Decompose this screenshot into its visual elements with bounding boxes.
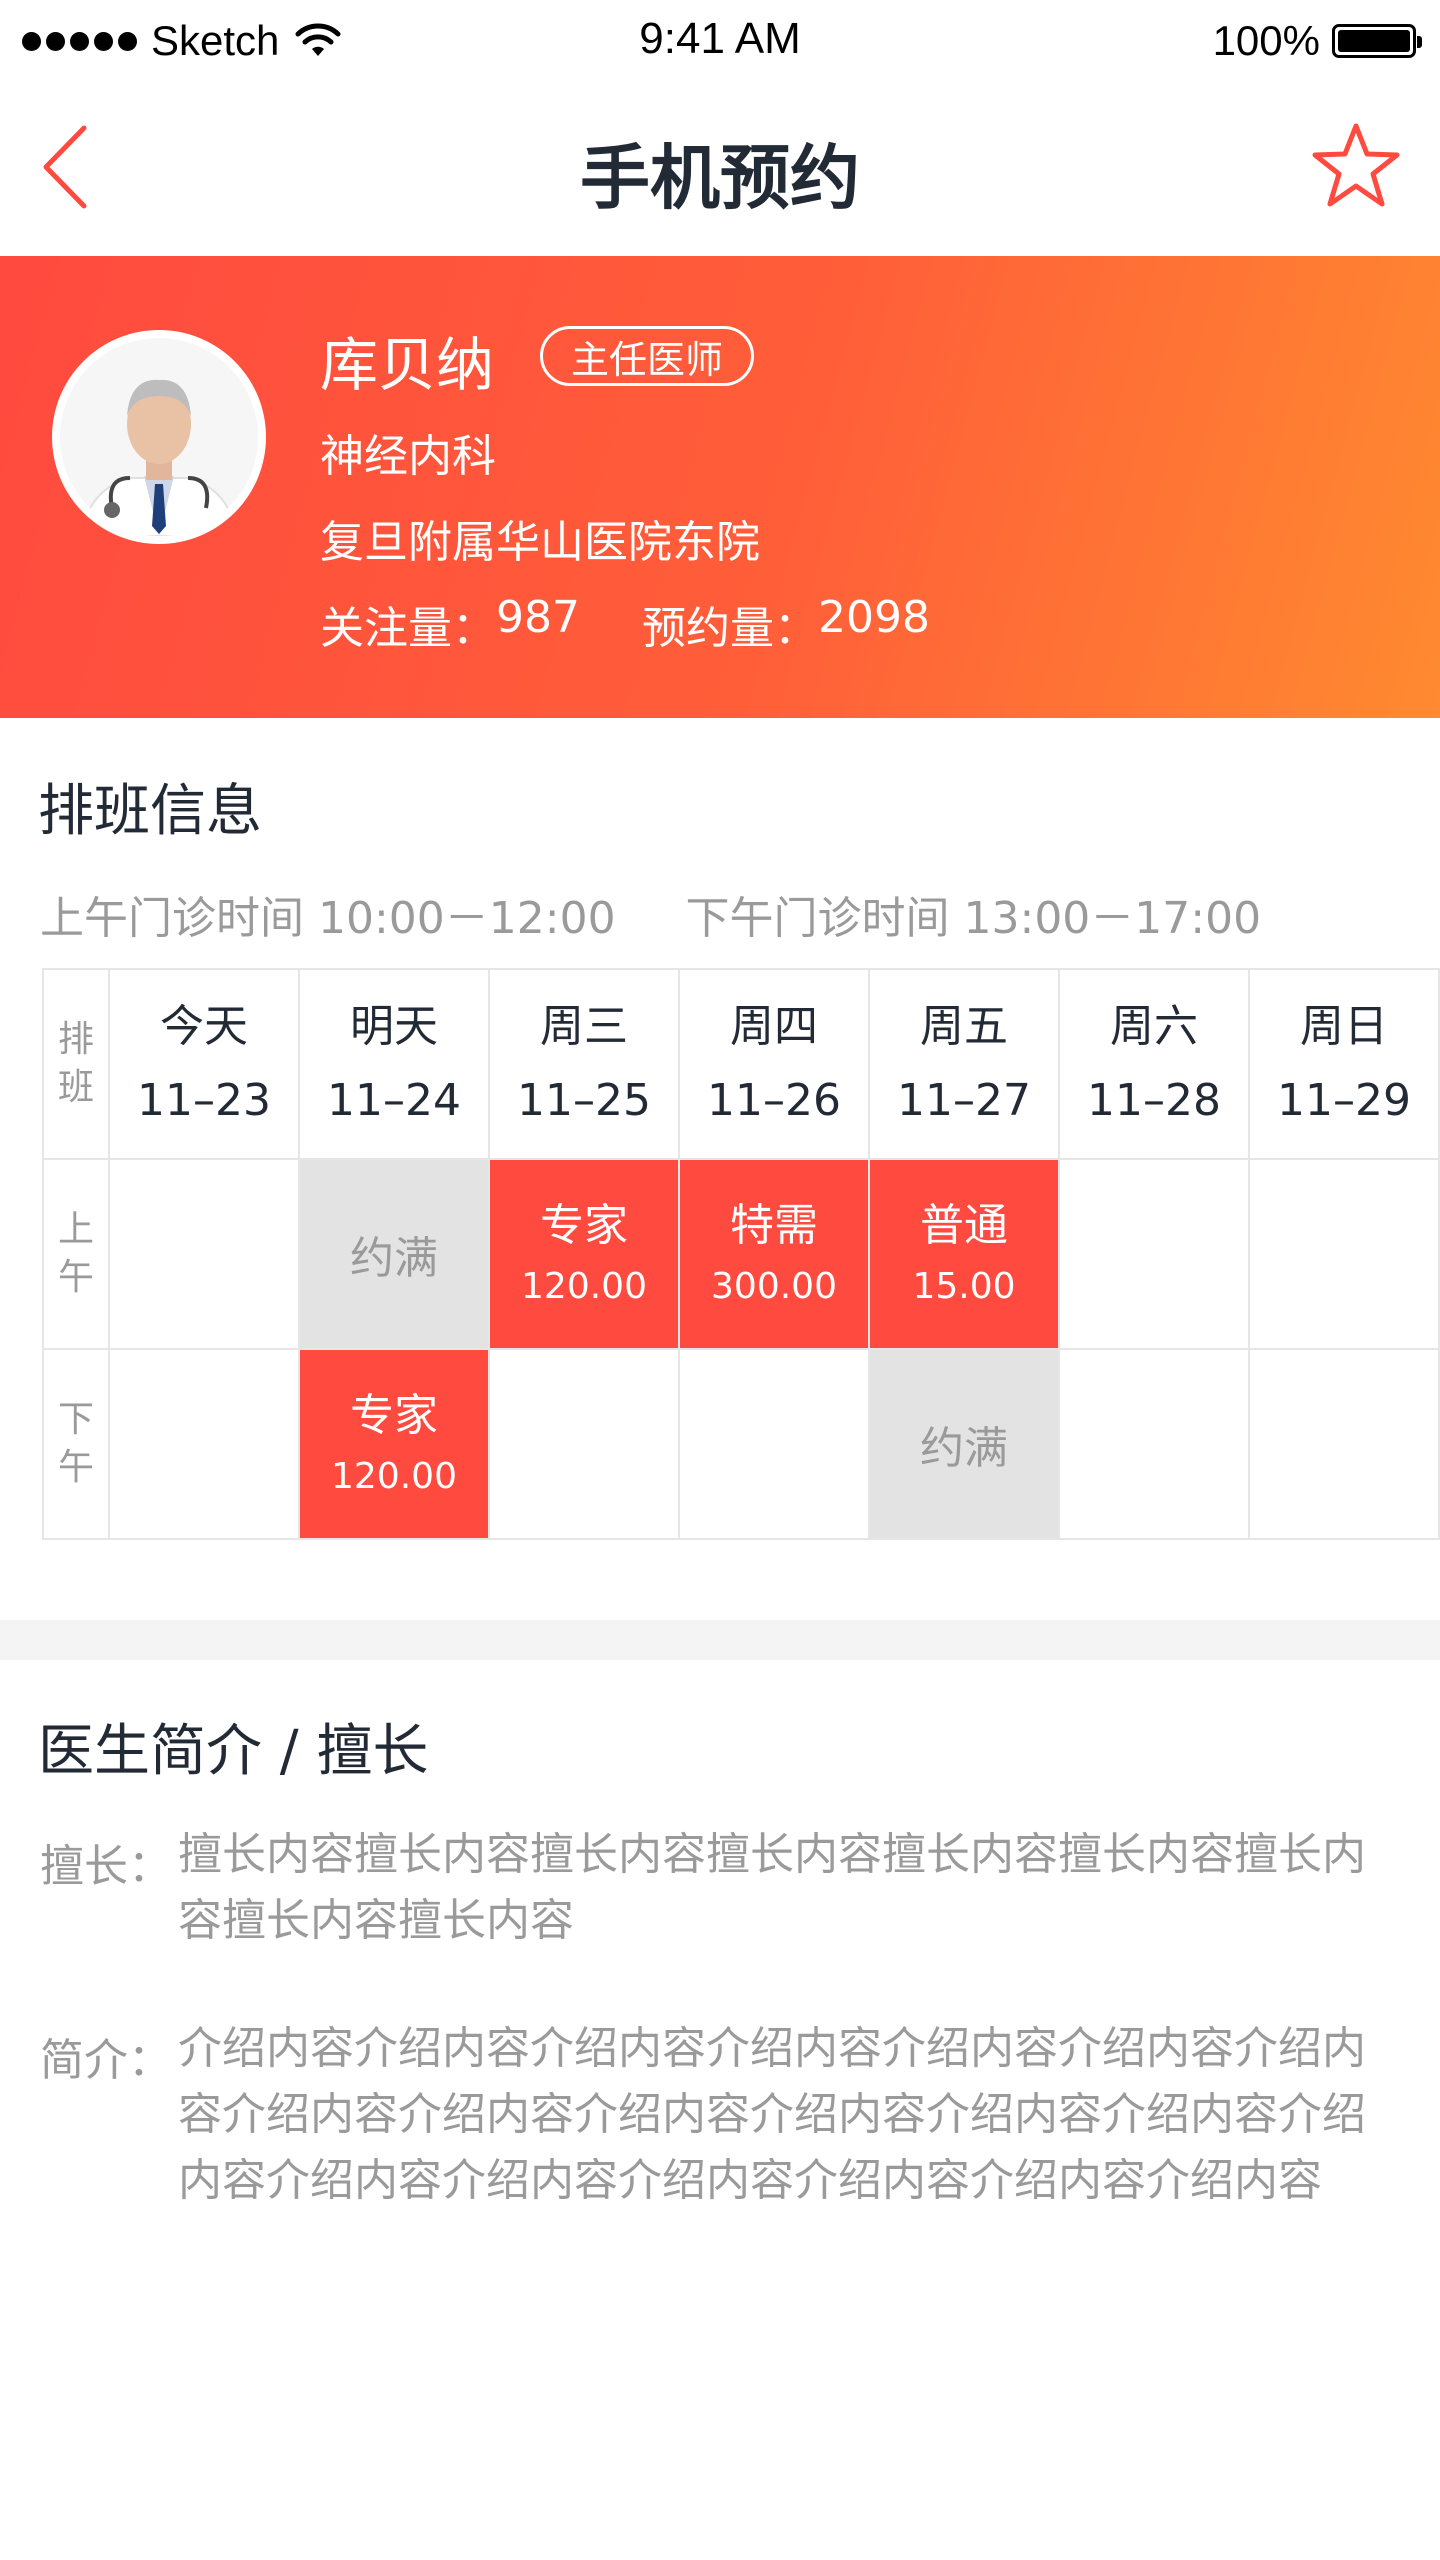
slot-full-label: 约满 [920,1423,1008,1474]
slot-available[interactable]: 特需 300.00 [678,1158,870,1350]
slot-type: 专家 [350,1390,438,1441]
schedule-title: 排班信息 [38,779,262,844]
slot-price: 120.00 [521,1266,647,1307]
corner-label: 排班 [57,1019,94,1108]
day-weekday: 明天 [350,1001,438,1052]
slot-empty [108,1158,300,1350]
doctor-name: 库贝纳 [320,331,495,399]
slot-type: 特需 [730,1200,818,1251]
slot-available[interactable]: 普通 15.00 [868,1158,1060,1350]
hospital: 复旦附属华山医院东院 [320,517,760,568]
bio-label: 简介： [40,2035,172,2086]
day-date: 11–24 [327,1075,461,1126]
day-date: 11–25 [517,1075,651,1126]
am-row: 上午 约满 专家 120.00 特需 300.00 普通 15.00 [42,1158,1440,1350]
slot-type: 普通 [920,1200,1008,1251]
followers-count: 987 [496,592,580,643]
day-date: 11–28 [1087,1075,1221,1126]
day-header: 今天 11–23 [108,968,300,1160]
clinic-hours: 上午门诊时间 10:00－12:00 下午门诊时间 13:00－17:00 [40,893,1262,944]
star-outline-icon[interactable] [1310,120,1402,212]
doctor-photo [60,338,258,536]
slot-price: 15.00 [912,1266,1016,1307]
department: 神经内科 [320,431,496,482]
day-date: 11–26 [707,1075,841,1126]
slot-empty [488,1348,680,1540]
doctor-stats: 关注量： 987 预约量： 2098 [320,592,930,656]
day-date: 11–23 [137,1075,271,1126]
slot-available[interactable]: 专家 120.00 [488,1158,680,1350]
nav-bar: 手机预约 [0,82,1440,256]
followers-label: 关注量： [320,603,496,654]
specialty-text: 擅长内容擅长内容擅长内容擅长内容擅长内容擅长内容擅长内容擅长内容擅长内容 [178,1829,1366,1946]
day-weekday: 今天 [160,1001,248,1052]
slot-empty [1248,1348,1440,1540]
day-header: 周四 11–26 [678,968,870,1160]
am-label-cell: 上午 [42,1158,110,1350]
header-row: 排班 今天 11–23 明天 11–24 周三 11–25 周四 11–26 周五 11–… [42,968,1440,1160]
day-header: 周三 11–25 [488,968,680,1160]
bio-text: 介绍内容介绍内容介绍内容介绍内容介绍内容介绍内容介绍内容介绍内容介绍内容介绍内容… [178,2023,1366,2206]
slot-type: 专家 [540,1200,628,1251]
day-weekday: 周五 [920,1001,1008,1052]
slot-full: 约满 [868,1348,1060,1540]
slot-full: 约满 [298,1158,490,1350]
day-weekday: 周日 [1300,1001,1388,1052]
day-weekday: 周三 [540,1001,628,1052]
battery-percent: 100% [1212,17,1320,64]
status-bar: Sketch 9:41 AM 100% [0,0,1440,82]
day-header: 周日 11–29 [1248,968,1440,1160]
title-badge: 主任医师 [540,326,755,386]
appointments-count: 2098 [817,592,930,643]
pm-row: 下午 专家 120.00 约满 [42,1348,1440,1540]
appointments-label: 预约量： [641,603,818,654]
day-header: 周六 11–28 [1058,968,1250,1160]
slot-empty [108,1348,300,1540]
doctor-header: 库贝纳 主任医师 神经内科 复旦附属华山医院东院 关注量： 987 预约量： 2… [0,256,1440,718]
day-weekday: 周四 [730,1001,818,1052]
section-divider [0,1620,1440,1660]
pm-label: 下午 [57,1399,94,1488]
slot-empty [1058,1348,1250,1540]
schedule-table: 排班 今天 11–23 明天 11–24 周三 11–25 周四 11–26 周五 11–… [42,968,1440,1540]
corner-cell: 排班 [42,968,110,1160]
battery-icon [1332,24,1422,58]
page-title: 手机预约 [580,137,860,219]
day-weekday: 周六 [1110,1001,1198,1052]
slot-full-label: 约满 [350,1233,438,1284]
slot-empty [1248,1158,1440,1350]
slot-price: 300.00 [711,1266,837,1307]
slot-empty [678,1348,870,1540]
slot-empty [1058,1158,1250,1350]
day-date: 11–27 [897,1075,1031,1126]
battery-group: 100% [1212,14,1422,68]
specialty-label: 擅长： [40,1841,172,1892]
slot-available[interactable]: 专家 120.00 [298,1348,490,1540]
am-label: 上午 [57,1209,94,1298]
avatar [52,330,266,544]
day-header: 明天 11–24 [298,968,490,1160]
intro-title: 医生简介 / 擅长 [38,1719,429,1784]
day-header: 周五 11–27 [868,968,1060,1160]
pm-label-cell: 下午 [42,1348,110,1540]
day-date: 11–29 [1277,1075,1411,1126]
slot-price: 120.00 [331,1456,457,1497]
